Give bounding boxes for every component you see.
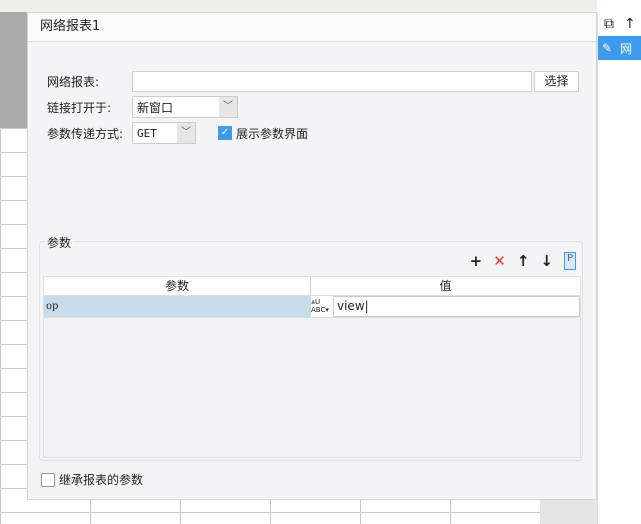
table-row[interactable]: op ⩓U ABC▾ view|: [44, 296, 580, 318]
parameter-icon[interactable]: P: [563, 252, 576, 270]
delete-icon[interactable]: ✕: [493, 252, 506, 270]
column-header-param: 参数: [44, 277, 311, 295]
background-area: [540, 500, 597, 524]
move-down-icon[interactable]: ↓: [540, 252, 553, 270]
param-name-cell[interactable]: op: [44, 296, 311, 317]
inherit-params-label: 继承报表的参数: [59, 473, 144, 487]
background-ruler: [0, 12, 27, 40]
chevron-down-icon[interactable]: ﹀: [219, 97, 237, 117]
dialog-title: 网络报表1: [28, 13, 596, 42]
chevron-down-icon[interactable]: ﹀: [177, 123, 195, 143]
open-in-value: 新窗口: [137, 100, 174, 115]
type-abc-icon[interactable]: ⩓U ABC▾: [311, 296, 333, 317]
params-group: + ✕ ↑ ↓ P 参数 值 op ⩓U ABC▾ view|: [39, 241, 583, 461]
copy-icon[interactable]: ⧉: [604, 16, 614, 32]
arrow-up-icon[interactable]: ↑: [624, 16, 636, 32]
column-header-value: 值: [439, 279, 452, 293]
edit-icon[interactable]: ✎: [602, 41, 612, 55]
select-button[interactable]: 选择: [534, 71, 579, 92]
report-input[interactable]: [132, 71, 532, 92]
background-toolbar: [0, 0, 597, 12]
background-area: [0, 40, 27, 128]
hyperlink-item[interactable]: ✎ 网: [598, 36, 641, 60]
method-value: GET: [137, 126, 157, 140]
open-in-select[interactable]: 新窗口 ﹀: [132, 96, 238, 118]
method-select[interactable]: GET ﹀: [132, 122, 196, 144]
hyperlink-dialog: 网络报表1 网络报表: 选择 链接打开于: 新窗口 ﹀ 参数传递方式: GET ﹀ …: [27, 12, 597, 500]
checkbox-unchecked-icon[interactable]: [41, 472, 55, 487]
inherit-params-checkbox[interactable]: 继承报表的参数: [41, 471, 143, 488]
show-params-label: 展示参数界面: [236, 126, 309, 141]
method-label: 参数传递方式:: [47, 126, 124, 141]
params-group-label: 参数: [45, 234, 74, 251]
right-panel: ⧉ ↑ ✎ 网: [597, 12, 641, 524]
param-value: view: [337, 299, 365, 313]
show-params-checkbox[interactable]: ✓ 展示参数界面: [218, 125, 308, 142]
param-value-input[interactable]: view|: [333, 296, 580, 317]
add-icon[interactable]: +: [470, 252, 483, 270]
move-up-icon[interactable]: ↑: [517, 252, 530, 270]
item-label: 网: [620, 41, 633, 56]
checkbox-checked-icon[interactable]: ✓: [218, 126, 232, 140]
open-in-label: 链接打开于:: [47, 100, 112, 115]
report-label: 网络报表:: [47, 75, 100, 89]
params-table: 参数 值 op ⩓U ABC▾ view|: [43, 276, 581, 458]
